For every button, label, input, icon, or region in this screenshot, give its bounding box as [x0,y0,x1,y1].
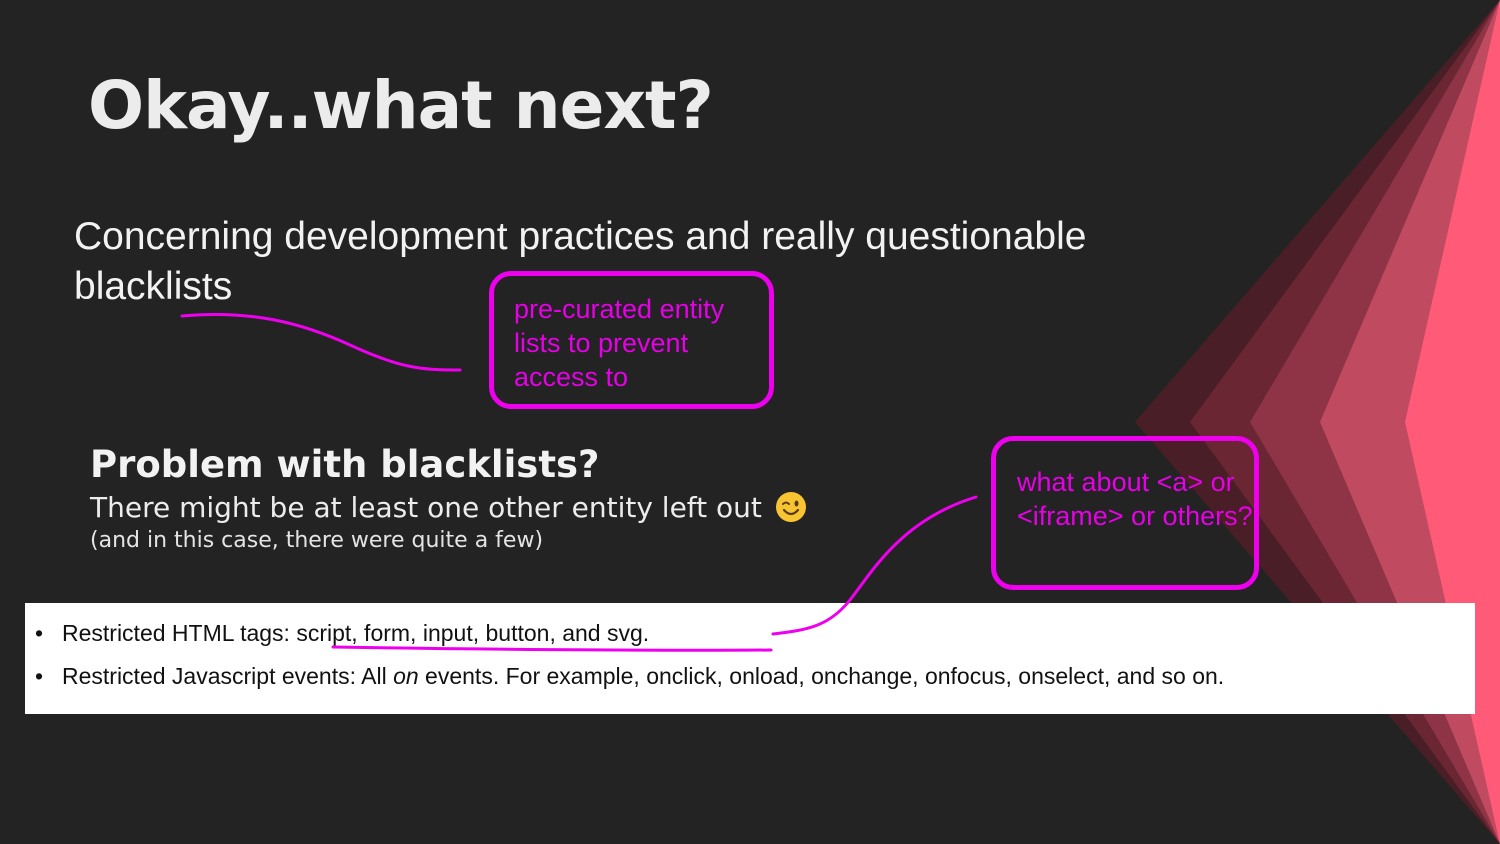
js-events-prefix: Restricted Javascript events: All [62,663,394,689]
callout-entity-lists: pre-curated entity lists to prevent acce… [489,271,774,409]
problem-line-text: There might be at least one other entity… [90,491,762,524]
html-tags-prefix: Restricted HTML tags: [62,620,297,646]
problem-line: There might be at least one other entity… [90,491,807,524]
js-events-suffix: events. For example, onclick, onload, on… [418,663,1225,689]
slide-title: Okay..what next? [88,67,714,144]
slide: Okay..what next? Concerning development … [0,0,1500,844]
restrictions-screenshot: Restricted HTML tags: script, form, inpu… [25,603,1475,714]
problem-note: (and in this case, there were quite a fe… [90,528,544,553]
callout-other-tags: what about <a> or <iframe> or others? [991,436,1259,590]
restriction-js-events: Restricted Javascript events: All on eve… [35,663,1225,690]
problem-heading: Problem with blacklists? [90,443,600,486]
restriction-html-tags: Restricted HTML tags: script, form, inpu… [35,620,650,647]
html-tags-list: script, form, input, button, and svg. [296,620,650,646]
js-events-italic: on [393,663,419,689]
winking-face-icon [775,492,806,522]
